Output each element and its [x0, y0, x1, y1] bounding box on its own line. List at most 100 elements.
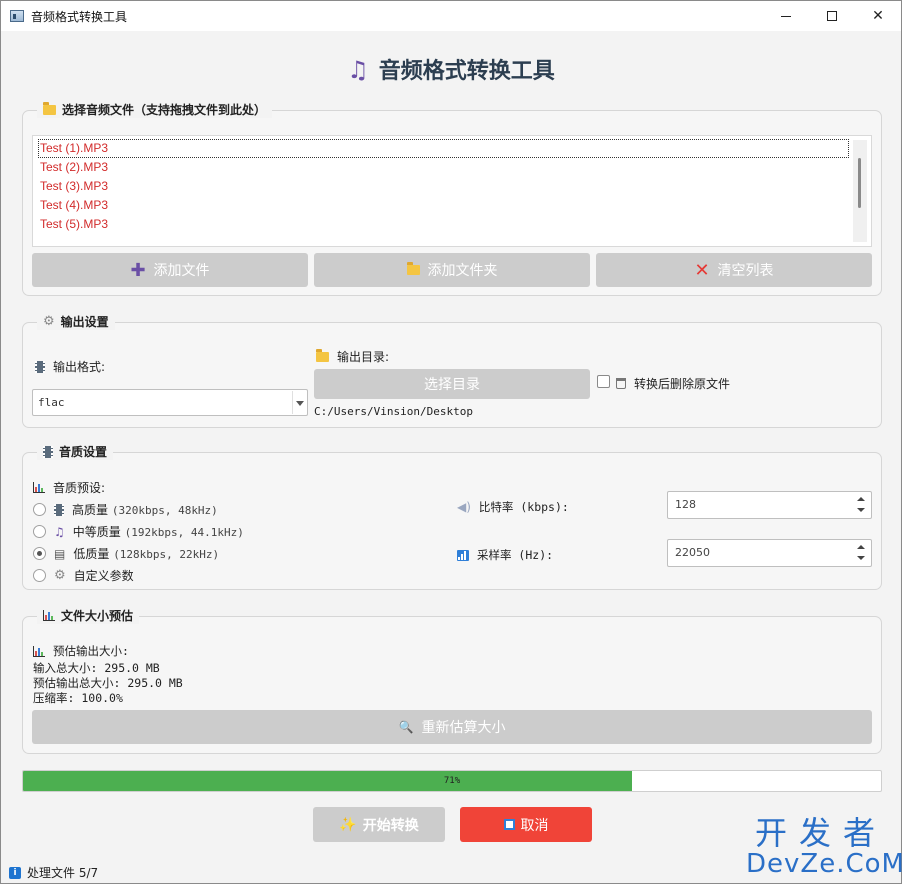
add-folder-button[interactable]: 添加文件夹 [314, 253, 590, 287]
preset-custom-name: 自定义参数 [73, 569, 134, 583]
choose-dir-label: 选择目录 [424, 377, 480, 393]
file-group-title-text: 选择音频文件（支持拖拽文件到此处） [62, 103, 267, 117]
clear-list-button[interactable]: ✕ 清空列表 [596, 253, 872, 287]
plus-icon: ✚ [130, 259, 146, 281]
output-format-select[interactable]: flac [32, 389, 308, 416]
bitrate-label: ◀) 比特率 (kbps): [457, 499, 569, 515]
radio-button[interactable] [33, 569, 46, 582]
quality-group-title-text: 音质设置 [59, 445, 108, 459]
file-list-item[interactable]: Test (5).MP3 [33, 215, 871, 234]
sparkle-icon: ✨ [339, 816, 357, 833]
app-window: 音频格式转换工具 ✕ ♫ 音频格式转换工具 选择音频文件（支持拖拽文件到此处） T… [0, 0, 902, 884]
trash-icon [616, 378, 626, 389]
preset-high-name: 高质量 [72, 503, 109, 517]
radio-device-icon: ▤ [54, 546, 66, 561]
scrollbar-thumb[interactable] [858, 158, 861, 208]
gear-icon: ⚙ [43, 314, 55, 329]
minimize-icon [781, 15, 791, 17]
compression-ratio: 压缩率: 100.0% [33, 691, 123, 705]
add-files-button[interactable]: ✚ 添加文件 [32, 253, 308, 287]
site-watermark: 开发者 DevZe.CoM [746, 814, 902, 879]
file-list-item[interactable]: Test (1).MP3 [38, 139, 849, 158]
file-list-scrollbar[interactable] [853, 140, 867, 242]
estimate-title-text: 预估输出大小: [53, 644, 129, 658]
page-title-text: 音频格式转换工具 [378, 59, 555, 84]
output-format-label: 输出格式: [35, 358, 105, 375]
output-settings-group: ⚙ 输出设置 输出格式: flac 输出目录: 选择目录 C:/Users/Vi… [22, 313, 882, 428]
spin-arrows-icon[interactable] [852, 493, 870, 517]
file-list-item[interactable]: Test (4).MP3 [33, 196, 871, 215]
file-list[interactable]: Test (1).MP3 Test (2).MP3 Test (3).MP3 T… [32, 135, 872, 247]
delete-original-label: 转换后删除原文件 [616, 375, 730, 392]
preset-low-text: 低质量 (128kbps, 22kHz) [73, 545, 219, 562]
close-button[interactable]: ✕ [855, 1, 901, 31]
preset-medium-text: 中等质量 (192kbps, 44.1kHz) [73, 523, 244, 540]
radio-button-checked[interactable] [33, 547, 46, 560]
window-title: 音频格式转换工具 [31, 9, 128, 24]
recalculate-size-button[interactable]: 🔍 重新估算大小 [32, 710, 872, 744]
conversion-progress-bar: 71% [22, 770, 882, 792]
bitrate-value: 128 [675, 498, 696, 511]
folder-icon [316, 348, 329, 362]
minimize-button[interactable] [763, 1, 809, 31]
watermark-line2: DevZe.CoM [746, 849, 902, 879]
music-note-icon: ♫ [54, 524, 65, 539]
add-folder-label: 添加文件夹 [427, 263, 498, 279]
chevron-down-icon[interactable] [292, 391, 306, 414]
delete-original-text: 转换后删除原文件 [634, 377, 731, 391]
radio-button[interactable] [33, 525, 46, 538]
bitrate-spinbox[interactable]: 128 [667, 491, 872, 519]
file-select-group: 选择音频文件（支持拖拽文件到此处） Test (1).MP3 Test (2).… [22, 101, 882, 296]
progress-percent: 71% [443, 776, 461, 786]
output-group-title: ⚙ 输出设置 [37, 313, 115, 330]
size-group-title-text: 文件大小预估 [61, 609, 134, 623]
preset-custom-radio[interactable]: ⚙ 自定义参数 [33, 567, 134, 584]
preset-high-radio[interactable]: 高质量 (320kbps, 48kHz) [33, 501, 218, 518]
output-dir-path: C:/Users/Vinsion/Desktop [314, 405, 473, 418]
size-estimate-group: 文件大小预估 预估输出大小: 输入总大小: 295.0 MB 预估输出总大小: … [22, 607, 882, 754]
add-files-label: 添加文件 [153, 263, 210, 279]
signal-bars-icon [457, 549, 469, 561]
music-note-icon: ♫ [347, 56, 369, 84]
close-icon: ✕ [872, 8, 884, 24]
choose-dir-button[interactable]: 选择目录 [314, 369, 590, 399]
cancel-button[interactable]: 取消 [460, 807, 592, 842]
bar-chart-icon [33, 482, 45, 493]
output-format-label-text: 输出格式: [53, 360, 106, 374]
quality-preset-label: 音质预设: [33, 479, 105, 496]
radio-button[interactable] [33, 503, 46, 516]
delete-original-checkbox[interactable] [597, 375, 610, 388]
file-group-title: 选择音频文件（支持拖拽文件到此处） [37, 101, 273, 118]
samplerate-label-text: 采样率 (Hz): [477, 548, 554, 562]
preset-low-radio[interactable]: ▤ 低质量 (128kbps, 22kHz) [33, 545, 219, 562]
output-group-title-text: 输出设置 [60, 315, 109, 329]
size-group-title: 文件大小预估 [37, 607, 140, 624]
film-icon [43, 445, 53, 458]
bar-chart-icon [33, 645, 45, 657]
maximize-button[interactable] [809, 1, 855, 31]
file-list-item[interactable]: Test (2).MP3 [33, 158, 871, 177]
file-list-item[interactable]: Test (3).MP3 [33, 177, 871, 196]
film-icon [35, 360, 45, 373]
preset-medium-radio[interactable]: ♫ 中等质量 (192kbps, 44.1kHz) [33, 523, 244, 540]
film-icon [54, 503, 64, 516]
samplerate-label: 采样率 (Hz): [457, 547, 553, 563]
bitrate-label-text: 比特率 (kbps): [478, 500, 569, 514]
watermark-line1: 开发者 [754, 814, 887, 852]
spin-arrows-icon[interactable] [852, 541, 870, 565]
cancel-label: 取消 [520, 817, 549, 834]
preset-low-name: 低质量 [73, 547, 110, 561]
input-total-size: 输入总大小: 295.0 MB [33, 661, 160, 675]
start-conversion-button[interactable]: ✨ 开始转换 [313, 807, 445, 842]
speaker-icon: ◀) [457, 500, 471, 514]
preset-medium-name: 中等质量 [72, 525, 121, 539]
recalculate-size-label: 重新估算大小 [421, 720, 506, 736]
bar-chart-icon [43, 610, 55, 621]
preset-high-text: 高质量 (320kbps, 48kHz) [72, 501, 218, 518]
output-dir-label-text: 输出目录: [337, 350, 390, 364]
quality-group-title: 音质设置 [37, 443, 114, 460]
clear-list-label: 清空列表 [717, 263, 774, 279]
samplerate-value: 22050 [675, 546, 710, 559]
status-bar: i 处理文件 5/7 [9, 864, 98, 881]
samplerate-spinbox[interactable]: 22050 [667, 539, 872, 567]
